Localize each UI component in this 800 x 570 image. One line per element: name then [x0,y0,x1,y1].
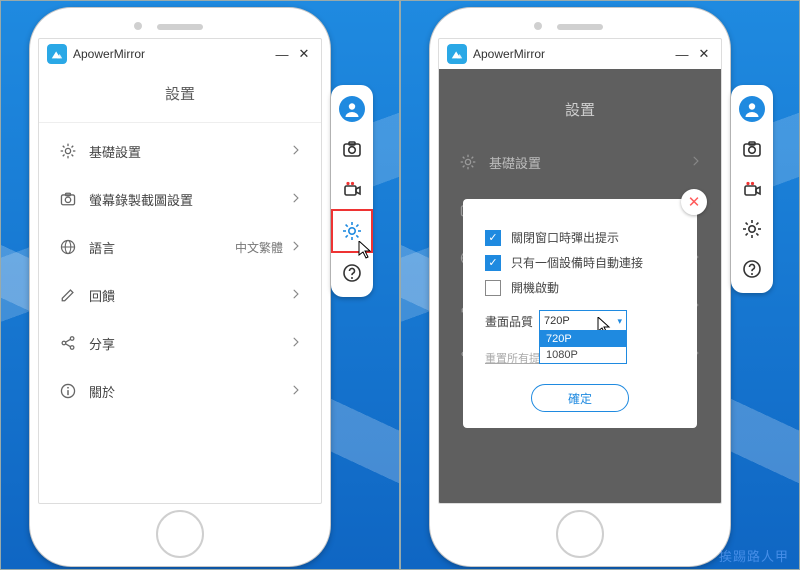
close-button[interactable]: ✕ [295,45,313,63]
title-bar: ApowerMirror — ✕ [439,39,721,69]
camera-icon [57,190,79,208]
app-logo-icon [47,44,67,64]
row-label: 螢幕錄製截圖設置 [89,190,289,209]
language-value: 中文繁體 [235,239,283,256]
chevron-right-icon [289,143,303,160]
toolbar [331,85,373,297]
page-title: 設置 [39,69,321,122]
home-button[interactable] [556,510,604,558]
row-about[interactable]: 關於 [57,367,303,415]
chevron-right-icon [289,287,303,304]
info-icon [57,382,79,400]
app-title: ApowerMirror [473,47,545,61]
checkbox-icon: ✓ [485,255,501,271]
toolbar-settings[interactable] [331,209,373,253]
quality-label: 畫面品質 [485,313,533,330]
pencil-icon [57,286,79,304]
user-icon [739,96,765,122]
app-screen: ApowerMirror — ✕ 設置 基礎設置 螢幕錄製截圖設置 語言 回饋 … [438,38,722,504]
row-language[interactable]: 語言 中文繁體 [57,223,303,271]
toolbar-record[interactable] [731,169,773,209]
user-icon [339,96,365,122]
quality-option-1080p[interactable]: 1080P [540,347,626,363]
chevron-right-icon [289,191,303,208]
minimize-button[interactable]: — [673,45,691,63]
toolbar-help[interactable] [331,253,373,293]
toolbar-settings[interactable] [731,209,773,249]
checkbox-icon [485,280,501,296]
quality-dropdown: 720P 1080P [539,330,627,364]
row-share[interactable]: 分享 [57,319,303,367]
row-basic-settings[interactable]: 基礎設置 [57,127,303,175]
toolbar-screenshot[interactable] [331,129,373,169]
close-button[interactable]: ✕ [695,45,713,63]
checkbox-startup[interactable]: 開機啟動 [485,279,675,296]
phone-frame: ApowerMirror — ✕ 設置 基礎設置 螢幕錄製截圖設置 [29,7,331,567]
row-record-settings[interactable]: 螢幕錄製截圖設置 [57,175,303,223]
ok-button[interactable]: 確定 [531,384,629,412]
toolbar-help[interactable] [731,249,773,289]
gear-icon [57,142,79,160]
page-title: 設置 [457,85,703,138]
dialog-close-button[interactable]: ✕ [681,189,707,215]
quality-option-720p[interactable]: 720P [540,331,626,347]
minimize-button[interactable]: — [273,45,291,63]
toolbar-avatar[interactable] [331,89,373,129]
checkbox-label: 只有一個設備時自動連接 [511,254,643,271]
globe-icon [57,238,79,256]
checkbox-label: 開機啟動 [511,279,559,296]
quality-value: 720P [544,315,570,327]
toolbar-record[interactable] [331,169,373,209]
row-label: 基礎設置 [89,142,289,161]
row-label: 語言 [89,238,235,257]
settings-list: 基礎設置 螢幕錄製截圖設置 語言 中文繁體 [39,125,321,415]
app-title: ApowerMirror [73,47,145,61]
toolbar [731,85,773,293]
app-logo-icon [447,44,467,64]
checkbox-label: 關閉窗口時彈出提示 [511,229,619,246]
checkbox-auto-connect[interactable]: ✓ 只有一個設備時自動連接 [485,254,675,271]
share-icon [57,334,79,352]
phone-frame: ApowerMirror — ✕ 設置 基礎設置 螢幕錄製截圖設置 語言 回饋 … [429,7,731,567]
row-label: 分享 [89,334,289,353]
chevron-right-icon [289,383,303,400]
chevron-right-icon [289,335,303,352]
toolbar-avatar[interactable] [731,89,773,129]
settings-dialog: ✕ ✓ 關閉窗口時彈出提示 ✓ 只有一個設備時自動連接 開機啟動 [463,199,697,428]
title-bar: ApowerMirror — ✕ [39,39,321,69]
toolbar-screenshot[interactable] [731,129,773,169]
chevron-right-icon [289,239,303,256]
app-screen: ApowerMirror — ✕ 設置 基礎設置 螢幕錄製截圖設置 [38,38,322,504]
checkbox-close-prompt[interactable]: ✓ 關閉窗口時彈出提示 [485,229,675,246]
quality-select[interactable]: 720P ▾ [539,310,627,332]
row-label: 回饋 [89,286,289,305]
right-screenshot: ApowerMirror — ✕ 設置 基礎設置 螢幕錄製截圖設置 語言 回饋 … [400,0,800,570]
checkbox-icon: ✓ [485,230,501,246]
row-feedback[interactable]: 回饋 [57,271,303,319]
ghost-row: 基礎設置 [457,138,703,186]
left-screenshot: ApowerMirror — ✕ 設置 基礎設置 螢幕錄製截圖設置 [0,0,400,570]
home-button[interactable] [156,510,204,558]
row-label: 關於 [89,382,289,401]
chevron-down-icon: ▾ [617,316,622,327]
